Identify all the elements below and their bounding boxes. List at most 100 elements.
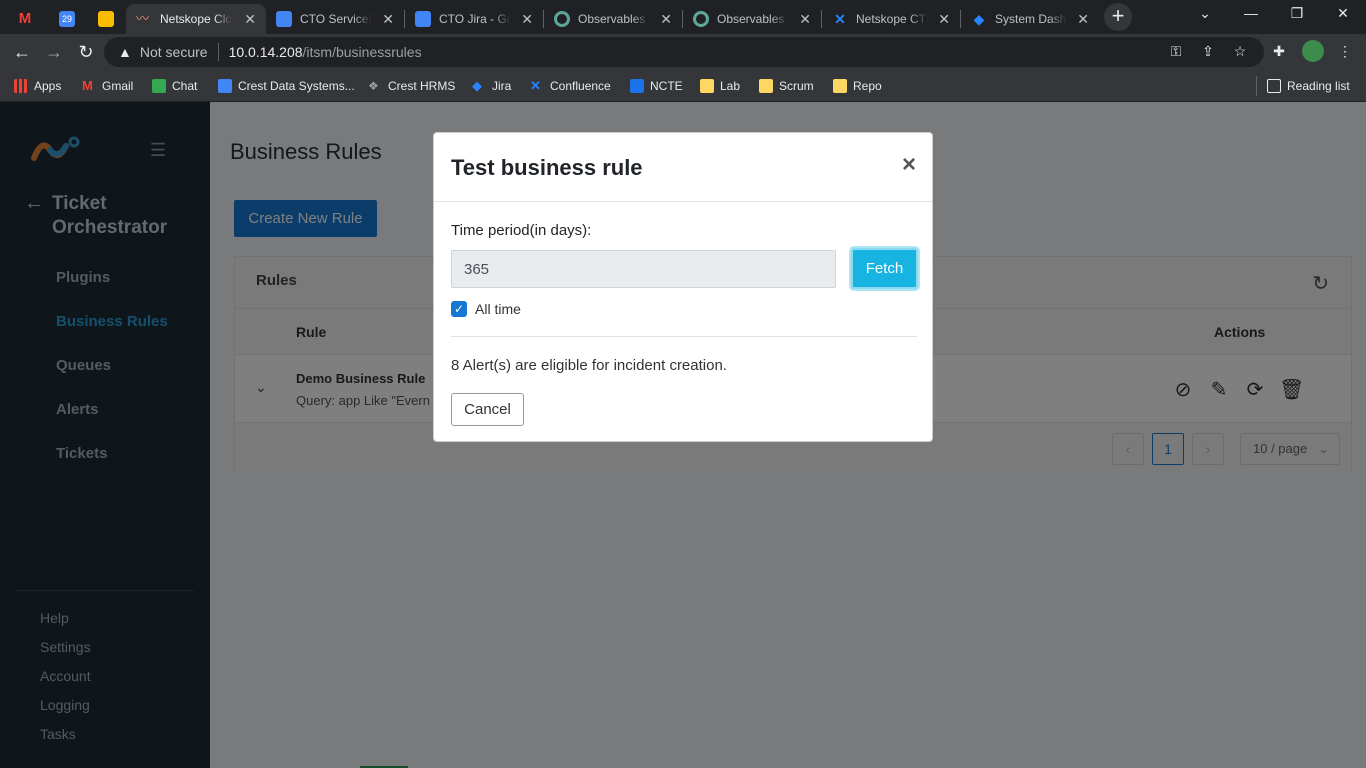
gmail-icon: M <box>82 78 93 93</box>
reading-list[interactable]: Reading list <box>1256 76 1350 96</box>
tab-cto-servicenow[interactable]: CTO ServiceNow ✕ <box>266 4 404 34</box>
browser-tab-strip: M 29 〰 Netskope Cloud Exchange ✕ CTO Ser… <box>0 0 1366 34</box>
cancel-button[interactable]: Cancel <box>451 393 524 426</box>
eligibility-result: 8 Alert(s) are eligible for incident cre… <box>451 357 727 374</box>
close-icon[interactable]: ✕ <box>799 11 811 28</box>
tab-observables-2[interactable]: Observables ✕ <box>683 4 821 34</box>
time-period-input[interactable] <box>451 250 836 288</box>
tab-cto-jira-docs[interactable]: CTO Jira - Google Docs ✕ <box>405 4 543 34</box>
share-icon[interactable]: ⇪ <box>1199 43 1217 60</box>
bookmark-label: NCTE <box>650 79 683 93</box>
warning-icon: ▲ <box>118 44 132 60</box>
restore-icon[interactable]: ❐ <box>1282 5 1312 22</box>
bookmark-label: Crest HRMS <box>388 79 456 93</box>
bookmark-label: Crest Data Systems... <box>238 79 355 93</box>
confluence-icon: ✕ <box>530 78 541 93</box>
bookmark-scrum[interactable]: Scrum <box>759 76 814 96</box>
chat-icon <box>152 79 166 93</box>
crest-data-icon <box>218 79 232 93</box>
modal-header: Test business rule × <box>434 133 932 202</box>
key-icon[interactable]: ⚿ <box>1167 43 1185 60</box>
pinned-tab-keep[interactable] <box>87 4 125 34</box>
back-icon[interactable]: ← <box>10 40 34 64</box>
close-icon[interactable]: ✕ <box>382 11 394 28</box>
docs-icon <box>415 11 431 27</box>
ncte-icon <box>630 79 644 93</box>
hrms-icon: ❖ <box>368 79 379 93</box>
pinned-tab-calendar[interactable]: 29 <box>48 4 86 34</box>
bookmark-lab[interactable]: Lab <box>700 76 740 96</box>
tab-netskope-cloud-exchange[interactable]: 〰 Netskope Cloud Exchange ✕ <box>126 4 266 34</box>
bookmark-gmail[interactable]: M Gmail <box>82 76 133 96</box>
tab-title: CTO ServiceNow <box>300 12 372 26</box>
close-icon[interactable]: ✕ <box>521 11 533 28</box>
bookmark-repo[interactable]: Repo <box>833 76 882 96</box>
bookmark-ncte[interactable]: NCTE <box>630 76 683 96</box>
reading-list-label: Reading list <box>1287 79 1350 93</box>
tab-title: Observables <box>578 12 646 26</box>
jira-icon: ◆ <box>472 78 482 93</box>
tab-title: Observables <box>717 12 785 26</box>
menu-icon[interactable]: ⋮ <box>1336 43 1354 60</box>
extensions-icon[interactable]: ✚ <box>1270 43 1288 60</box>
tab-title: System Dashboard <box>995 12 1067 26</box>
confluence-icon: ✕ <box>834 11 846 27</box>
tab-title: Netskope CTE <box>856 12 928 26</box>
address-bar[interactable]: ▲ Not secure 10.0.14.208 /itsm/businessr… <box>104 37 1264 67</box>
bookmark-apps[interactable]: Apps <box>14 76 61 96</box>
close-icon[interactable]: ✕ <box>1077 11 1089 28</box>
bookmark-jira[interactable]: ◆ Jira <box>472 76 511 96</box>
keep-icon <box>98 11 114 27</box>
bookmark-chat[interactable]: Chat <box>152 76 197 96</box>
tab-netskope-cte[interactable]: ✕ Netskope CTE ✕ <box>822 4 960 34</box>
pinned-tab-gmail[interactable]: M <box>6 4 44 34</box>
star-icon[interactable]: ☆ <box>1231 43 1249 60</box>
bookmark-label: Confluence <box>550 79 611 93</box>
observables-icon <box>693 11 709 27</box>
tab-search-icon[interactable]: ⌄ <box>1190 5 1220 22</box>
new-tab-button[interactable]: + <box>1104 3 1132 31</box>
bookmark-crest-hrms[interactable]: ❖ Crest HRMS <box>368 76 455 96</box>
folder-icon <box>833 79 847 93</box>
close-icon[interactable]: ✕ <box>660 11 672 28</box>
bookmark-crest-data[interactable]: Crest Data Systems... <box>218 76 355 96</box>
apps-grid-icon <box>14 79 28 93</box>
browser-toolbar: ← → ↻ ▲ Not secure 10.0.14.208 /itsm/bus… <box>0 34 1366 70</box>
modal-title: Test business rule <box>451 155 643 180</box>
profile-avatar[interactable] <box>1302 40 1324 62</box>
all-time-label: All time <box>475 301 521 317</box>
bookmark-label: Chat <box>172 79 198 93</box>
tab-title: Netskope Cloud Exchange <box>160 12 232 26</box>
docs-icon <box>276 11 292 27</box>
forward-icon[interactable]: → <box>42 40 66 64</box>
address-separator <box>217 43 219 61</box>
bookmark-label: Jira <box>492 79 512 93</box>
close-icon[interactable]: × <box>902 151 916 179</box>
close-icon[interactable]: ✕ <box>244 11 256 28</box>
folder-icon <box>700 79 714 93</box>
fetch-button[interactable]: Fetch <box>851 248 918 289</box>
security-label: Not secure <box>139 44 208 60</box>
all-time-checkbox[interactable]: ✓ <box>451 301 467 317</box>
reload-icon[interactable]: ↻ <box>74 40 98 64</box>
tab-title: CTO Jira - Google Docs <box>439 12 511 26</box>
time-period-label: Time period(in days): <box>451 222 592 239</box>
close-icon[interactable]: ✕ <box>938 11 950 28</box>
reading-list-icon <box>1267 79 1281 93</box>
folder-icon <box>759 79 773 93</box>
modal-divider <box>451 336 917 337</box>
netskope-icon: 〰 <box>136 11 150 26</box>
bookmark-confluence[interactable]: ✕ Confluence <box>530 76 611 96</box>
minimize-icon[interactable]: — <box>1236 5 1266 21</box>
url-path: /itsm/businessrules <box>302 44 422 60</box>
jira-icon: ◆ <box>973 11 985 27</box>
bookmarks-bar: Apps M Gmail Chat Crest Data Systems... ❖… <box>0 70 1366 102</box>
gmail-icon: M <box>18 10 32 27</box>
window-close-icon[interactable]: ✕ <box>1328 5 1358 22</box>
observables-icon <box>554 11 570 27</box>
tab-observables-1[interactable]: Observables ✕ <box>544 4 682 34</box>
tab-system-dashboard[interactable]: ◆ System Dashboard ✕ <box>961 4 1099 34</box>
bookmark-label: Scrum <box>779 79 814 93</box>
url-host: 10.0.14.208 <box>228 44 303 60</box>
bookmark-label: Lab <box>720 79 741 93</box>
